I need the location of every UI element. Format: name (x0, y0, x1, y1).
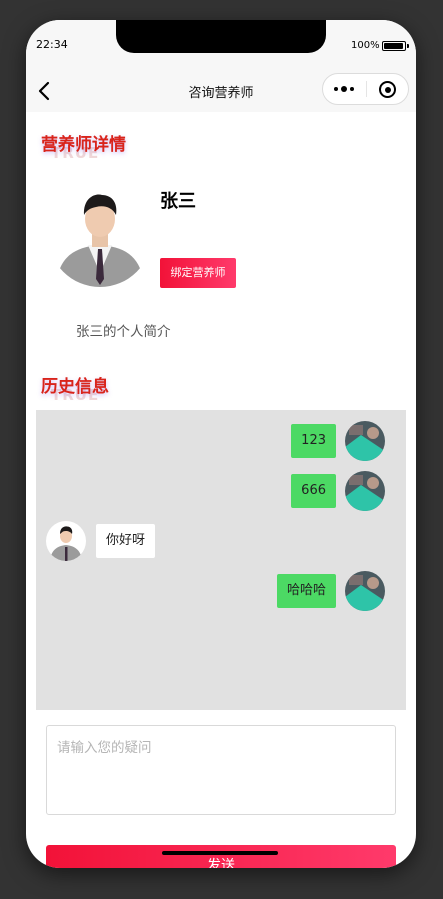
status-bar: 22:34 100% (26, 20, 416, 70)
send-button[interactable]: 发送 (46, 845, 396, 868)
message-bubble-sent: 123 (291, 424, 336, 458)
battery-percent: 100% (351, 40, 380, 51)
camera-notch (116, 20, 326, 53)
message-bubble-sent: 哈哈哈 (276, 574, 336, 608)
battery-icon (382, 41, 409, 51)
avatar (345, 471, 385, 511)
nutritionist-photo (48, 183, 152, 287)
nutritionist-name: 张三 (160, 191, 196, 212)
user-avatar-icon (345, 571, 385, 611)
user-avatar-icon (345, 421, 385, 461)
more-dots-icon (350, 87, 354, 91)
avatar (345, 421, 385, 461)
battery-fill (384, 43, 403, 49)
bind-nutritionist-button[interactable]: 绑定营养师 (160, 258, 236, 288)
person-suit-photo (46, 521, 86, 561)
person-suit-photo (48, 183, 152, 287)
target-circle-icon[interactable] (379, 81, 396, 98)
avatar (46, 521, 86, 561)
section-title-history: 历史信息 (41, 377, 109, 397)
nutritionist-bio: 张三的个人简介 (76, 324, 171, 340)
capsule-divider (366, 81, 367, 97)
more-dots-icon (341, 86, 347, 92)
more-button[interactable] (323, 74, 366, 104)
message-bubble-received: 你好呀 (96, 524, 156, 558)
user-avatar-icon (345, 471, 385, 511)
status-time: 22:34 (36, 38, 68, 51)
capsule-menu (322, 73, 409, 105)
nav-bar: 咨询营养师 (26, 70, 416, 112)
message-bubble-sent: 666 (291, 474, 336, 508)
chat-history[interactable]: 123 666 你好呀 哈哈哈 (36, 410, 406, 710)
avatar (345, 571, 385, 611)
section-title-detail: 营养师详情 (41, 135, 126, 155)
question-input[interactable] (46, 725, 396, 815)
more-dots-icon (334, 87, 338, 91)
home-indicator (162, 851, 278, 855)
phone-screen: 22:34 100% 咨询营养师 营养师详情 TRUE 张三 绑定营养师 张三的… (26, 20, 416, 868)
